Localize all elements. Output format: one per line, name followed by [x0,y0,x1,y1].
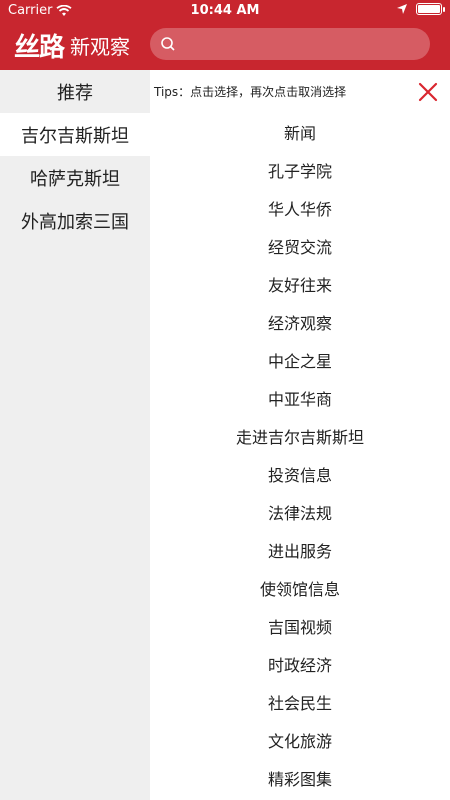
list-item[interactable]: 进出服务 [150,531,450,569]
sidebar-item-recommend[interactable]: 推荐 [0,70,150,113]
list-item-label: 华人华侨 [267,200,332,219]
list-item-label: 精彩图集 [267,770,332,789]
list-item[interactable]: 法律法规 [150,493,450,531]
list-item[interactable]: 精彩图集 [150,759,450,797]
list-item-label: 投资信息 [267,466,332,485]
list-item-label: 孔子学院 [267,162,332,181]
battery-icon [416,3,445,15]
list-item[interactable]: 文化旅游 [150,721,450,759]
list-item-label: 法律法规 [267,504,332,523]
sidebar-item-label: 推荐 [57,82,93,104]
sidebar-item-label: 哈萨克斯坦 [30,168,120,190]
location-arrow-icon [397,4,407,14]
list-item-label: 经济观察 [267,314,332,333]
status-bar: Carrier 10:44 AM [0,0,450,22]
logo-mark: 丝路 [14,32,65,63]
app-logo: 丝路 新观察 [14,28,131,63]
list-item[interactable]: 孔子学院 [150,151,450,189]
close-icon[interactable] [416,80,440,104]
list-item[interactable]: 中企之星 [150,341,450,379]
sidebar-item-south-caucasus[interactable]: 外高加索三国 [0,199,150,242]
header: Carrier 10:44 AM 丝路 新观察 [0,0,450,70]
battery-fill [418,5,440,13]
list-item-label: 使领馆信息 [259,580,340,599]
main-body: 推荐 吉尔吉斯斯坦 哈萨克斯坦 外高加索三国 Tips：点击选择，再次点击取消选… [0,70,450,800]
list-item[interactable]: 中亚华商 [150,379,450,417]
list-item[interactable]: 华人华侨 [150,189,450,227]
tips-text: Tips：点击选择，再次点击取消选择 [154,85,347,99]
search-icon [161,37,175,51]
sidebar-item-kazakhstan[interactable]: 哈萨克斯坦 [0,156,150,199]
category-panel: Tips：点击选择，再次点击取消选择 新闻 孔子学院 华人华侨 经贸交流 友好往… [150,70,450,800]
list-item[interactable]: 友好往来 [150,265,450,303]
list-item-label: 走进吉尔吉斯斯坦 [235,428,364,447]
list-item-label: 中企之星 [267,352,332,371]
list-item[interactable]: 社会民生 [150,683,450,721]
list-item-label: 友好往来 [267,276,332,295]
list-item-label: 文化旅游 [267,732,332,751]
sidebar-item-label: 吉尔吉斯斯坦 [21,125,129,147]
list-item[interactable]: 投资信息 [150,455,450,493]
list-item[interactable]: 时政经济 [150,645,450,683]
status-time: 10:44 AM [190,3,260,18]
search-bar[interactable] [150,28,430,60]
top-nav: 丝路 新观察 [0,22,450,70]
sidebar-item-kyrgyzstan[interactable]: 吉尔吉斯斯坦 [0,113,150,156]
status-right [396,3,445,15]
sidebar-item-label: 外高加索三国 [21,211,129,233]
list-item[interactable]: 新闻 [150,113,450,151]
list-item-label: 吉国视频 [267,618,332,637]
list-item-label: 时政经济 [267,656,332,675]
list-item[interactable]: 走进吉尔吉斯斯坦 [150,417,450,455]
category-list: 新闻 孔子学院 华人华侨 经贸交流 友好往来 经济观察 中企之星 中亚华商 走进… [150,113,450,797]
sidebar: 推荐 吉尔吉斯斯坦 哈萨克斯坦 外高加索三国 [0,70,150,800]
logo-text: 新观察 [70,34,131,59]
list-item-label: 社会民生 [267,694,332,713]
app-root: Carrier 10:44 AM 丝路 新观察 推荐 吉尔吉斯斯坦 哈萨克斯坦 … [0,0,450,800]
list-item[interactable]: 使领馆信息 [150,569,450,607]
list-item-label: 经贸交流 [267,238,332,257]
list-item[interactable]: 经贸交流 [150,227,450,265]
list-item[interactable]: 吉国视频 [150,607,450,645]
list-item-label: 中亚华商 [267,390,332,409]
list-item[interactable]: 经济观察 [150,303,450,341]
list-item-label: 进出服务 [267,542,332,561]
list-item-label: 新闻 [283,124,316,143]
